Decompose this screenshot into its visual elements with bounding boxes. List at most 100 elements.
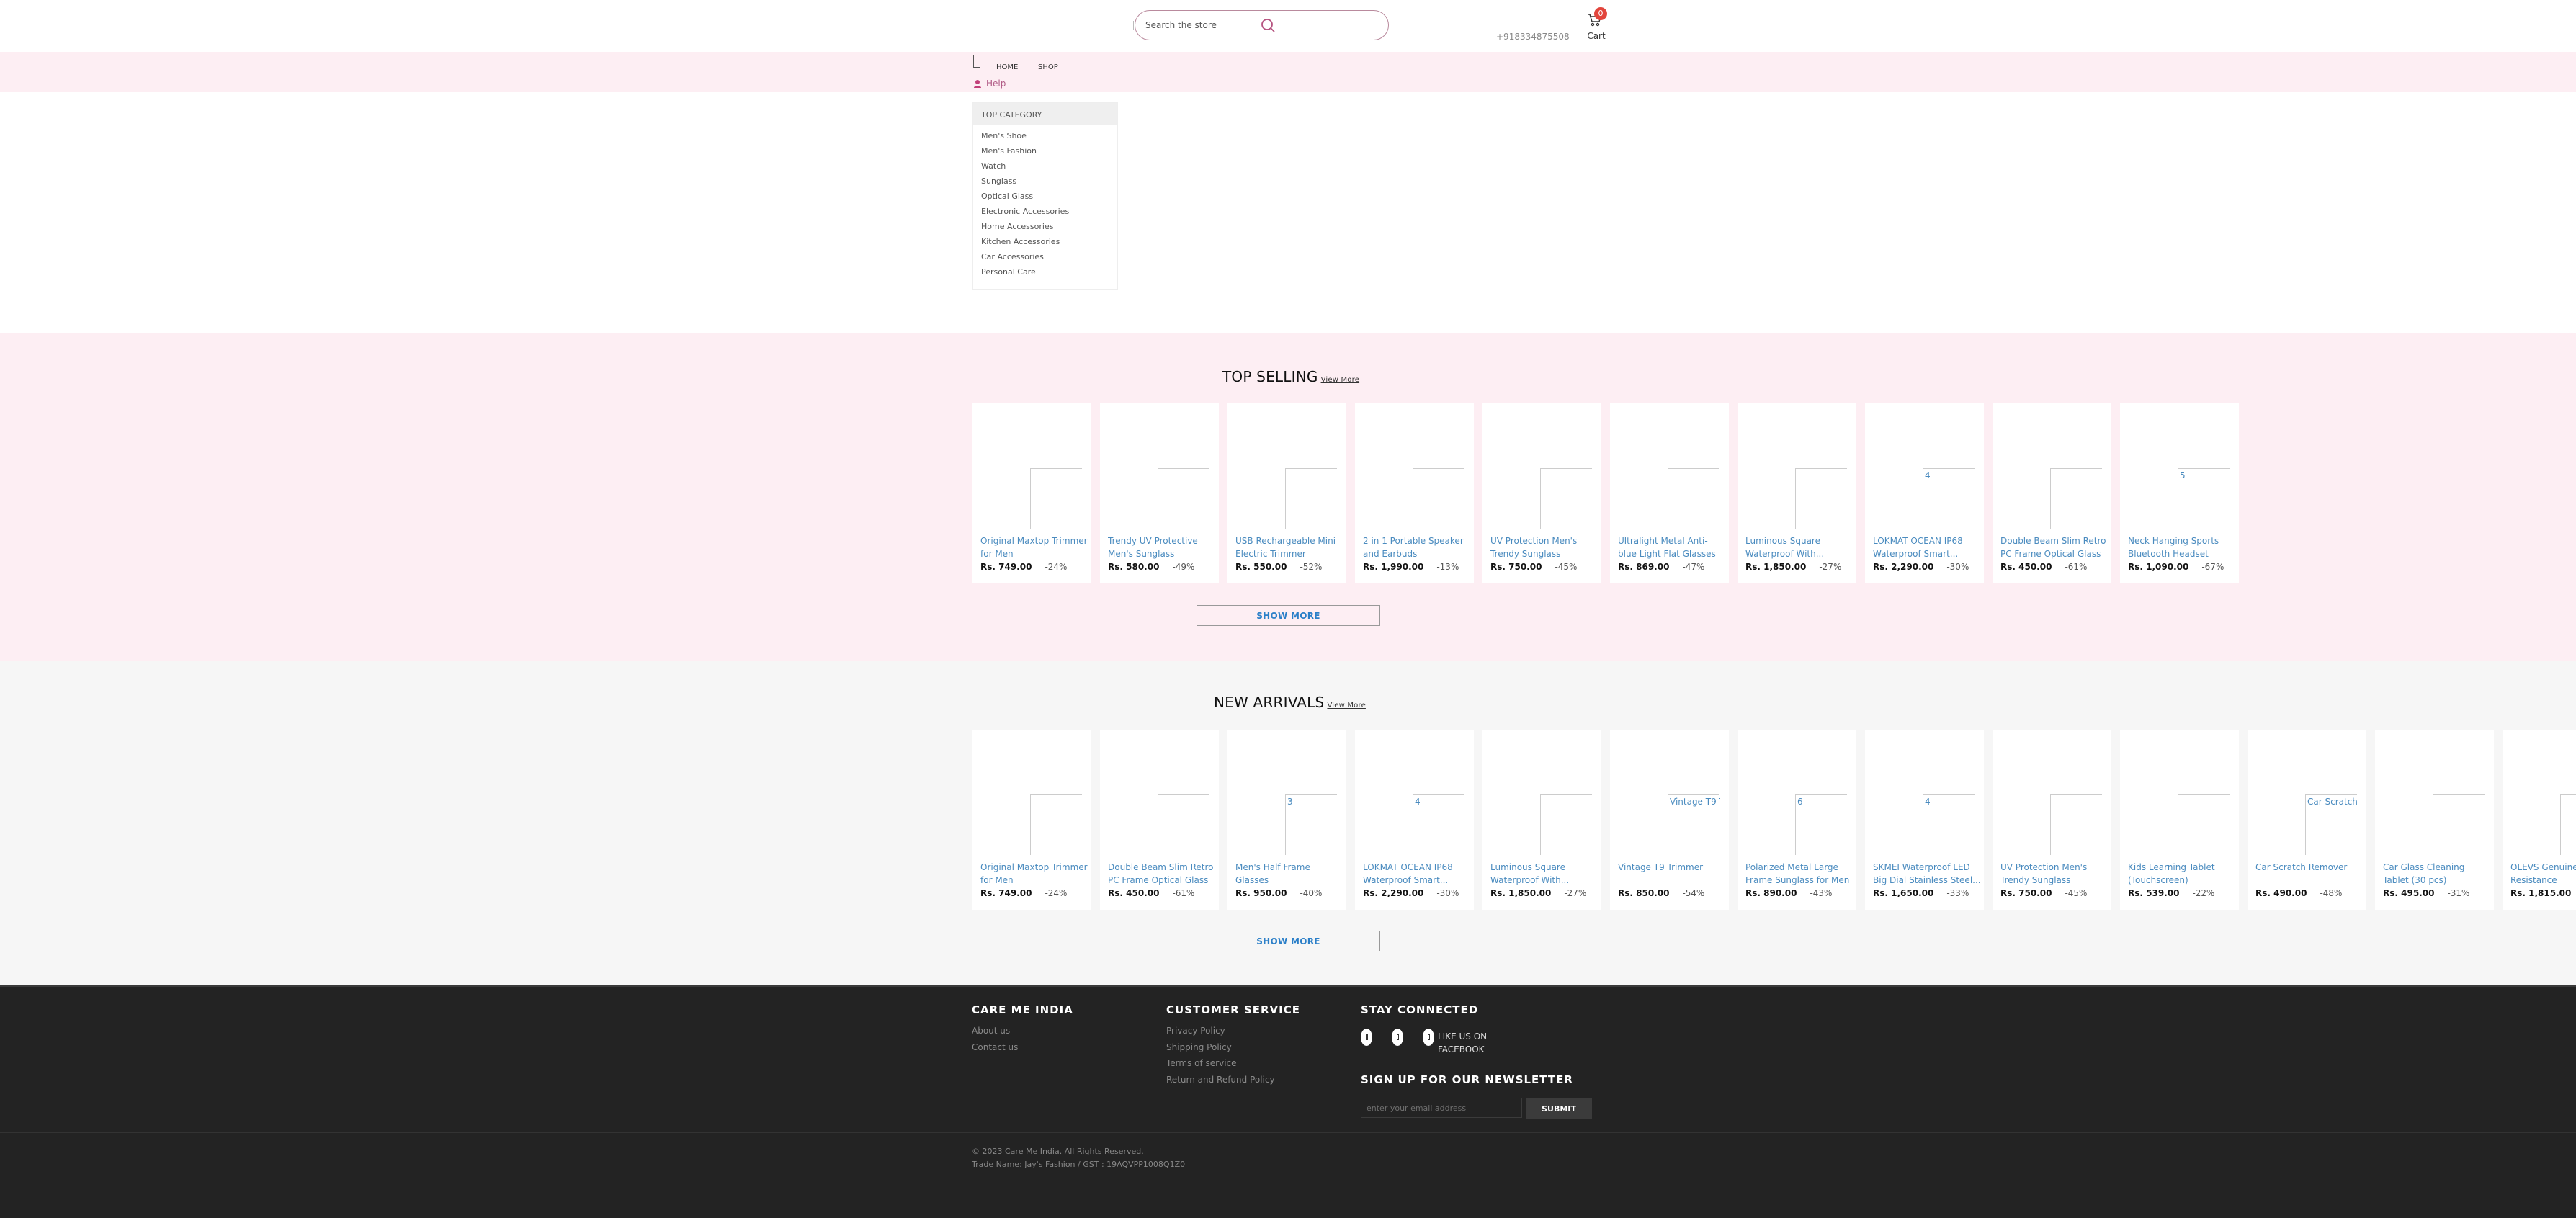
footer-link-contact[interactable]: Contact us bbox=[972, 1042, 1018, 1052]
search-icon[interactable] bbox=[1259, 17, 1278, 35]
product-name[interactable]: LOKMAT OCEAN IP68 Waterproof Smart... bbox=[1363, 861, 1471, 887]
product-image[interactable]: 3 bbox=[1285, 794, 1337, 855]
newsletter-email-input[interactable] bbox=[1361, 1098, 1522, 1118]
product-image[interactable]: Car Scratch bbox=[2305, 794, 2358, 855]
footer-link-refund[interactable]: Return and Refund Policy bbox=[1166, 1075, 1275, 1085]
product-card[interactable]: Kids Learning Tablet (Touchscreen) Rs. 53… bbox=[2120, 730, 2239, 910]
product-name[interactable]: UV Protection Men's Trendy Sunglass bbox=[1490, 534, 1598, 560]
product-card[interactable]: Original Maxtop Trimmer for Men Rs. 749.0… bbox=[972, 730, 1091, 910]
product-image[interactable] bbox=[2433, 794, 2485, 855]
product-image[interactable] bbox=[1030, 468, 1082, 529]
menu-icon[interactable] bbox=[973, 55, 980, 68]
product-image[interactable]: 5 bbox=[2178, 468, 2230, 529]
product-name[interactable]: Double Beam Slim Retro PC Frame Optical … bbox=[1108, 861, 1216, 887]
product-image[interactable] bbox=[1668, 468, 1719, 529]
product-image[interactable]: 4 bbox=[1923, 794, 1975, 855]
newsletter-submit-button[interactable]: SUBMIT bbox=[1526, 1098, 1592, 1119]
product-name[interactable]: Neck Hanging Sports Bluetooth Headset bbox=[2128, 534, 2236, 560]
product-name[interactable]: Luminous Square Waterproof With... bbox=[1490, 861, 1598, 887]
category-item[interactable]: Car Accessories bbox=[981, 249, 1117, 264]
product-card[interactable]: Vintage T9 T Vintage T9 Trimmer Rs. 850.00… bbox=[1610, 730, 1729, 910]
category-item[interactable]: Watch bbox=[981, 158, 1117, 174]
product-name[interactable]: Original Maxtop Trimmer for Men bbox=[980, 861, 1088, 887]
social-icon-3[interactable] bbox=[1423, 1029, 1434, 1046]
cart-button[interactable]: 0 Cart bbox=[1586, 6, 1607, 43]
footer-link-terms[interactable]: Terms of service bbox=[1166, 1058, 1237, 1068]
product-card[interactable]: UV Protection Men's Trendy Sunglass Rs. 7… bbox=[1993, 730, 2111, 910]
category-item[interactable]: Home Accessories bbox=[981, 219, 1117, 234]
product-image[interactable]: 4 bbox=[1923, 468, 1975, 529]
footer-link-about[interactable]: About us bbox=[972, 1026, 1010, 1036]
product-card[interactable]: Luminous Square Waterproof With... Rs. 1,… bbox=[1738, 403, 1856, 583]
product-name[interactable]: 2 in 1 Portable Speaker and Earbuds bbox=[1363, 534, 1471, 560]
category-item[interactable]: Electronic Accessories bbox=[981, 204, 1117, 219]
nav-shop[interactable]: SHOP bbox=[1038, 63, 1058, 71]
product-image[interactable] bbox=[2178, 794, 2230, 855]
help-link[interactable]: Help bbox=[973, 79, 1006, 89]
product-card[interactable]: 5 Neck Hanging Sports Bluetooth Headset Rs… bbox=[2120, 403, 2239, 583]
footer-link-privacy[interactable]: Privacy Policy bbox=[1166, 1026, 1225, 1036]
product-image[interactable] bbox=[2050, 468, 2102, 529]
product-image[interactable] bbox=[2560, 794, 2576, 855]
product-name[interactable]: USB Rechargeable Mini Electric Trimmer bbox=[1235, 534, 1343, 560]
product-name[interactable]: UV Protection Men's Trendy Sunglass bbox=[2000, 861, 2108, 887]
social-icon-2[interactable] bbox=[1392, 1029, 1403, 1046]
product-image[interactable] bbox=[1413, 468, 1464, 529]
product-card[interactable]: 4 SKMEI Waterproof LED Big Dial Stainless… bbox=[1865, 730, 1984, 910]
product-name[interactable]: Car Scratch Remover bbox=[2255, 861, 2363, 874]
product-name[interactable]: Kids Learning Tablet (Touchscreen) bbox=[2128, 861, 2236, 887]
category-item[interactable]: Men's Shoe bbox=[981, 128, 1117, 143]
product-card[interactable]: Double Beam Slim Retro PC Frame Optical … bbox=[1100, 730, 1219, 910]
product-name[interactable]: Luminous Square Waterproof With... bbox=[1745, 534, 1853, 560]
product-name[interactable]: Double Beam Slim Retro PC Frame Optical … bbox=[2000, 534, 2108, 560]
product-image[interactable] bbox=[1030, 794, 1082, 855]
phone-number[interactable]: +918334875508 bbox=[1496, 32, 1570, 42]
product-name[interactable]: OLEVS Genuine Water Resistance bbox=[2510, 861, 2576, 887]
product-name[interactable]: Ultralight Metal Anti-blue Light Flat Gl… bbox=[1618, 534, 1726, 560]
product-name[interactable]: Original Maxtop Trimmer for Men bbox=[980, 534, 1088, 560]
product-card[interactable]: USB Rechargeable Mini Electric Trimmer Rs… bbox=[1227, 403, 1346, 583]
product-card[interactable]: Car Scratch Car Scratch Remover Rs. 490.00… bbox=[2248, 730, 2366, 910]
product-image[interactable]: 6 bbox=[1795, 794, 1847, 855]
product-image[interactable]: Vintage T9 T bbox=[1668, 794, 1720, 855]
category-item[interactable]: Sunglass bbox=[981, 174, 1117, 189]
product-card[interactable]: 4 LOKMAT OCEAN IP68 Waterproof Smart... Rs… bbox=[1355, 730, 1474, 910]
product-name[interactable]: LOKMAT OCEAN IP68 Waterproof Smart... bbox=[1873, 534, 1981, 560]
nav-home[interactable]: HOME bbox=[996, 63, 1018, 71]
like-us-facebook-link[interactable]: LIKE US ON FACEBOOK bbox=[1438, 1030, 1495, 1056]
product-name[interactable]: Men's Half Frame Glasses bbox=[1235, 861, 1343, 887]
category-item[interactable]: Personal Care bbox=[981, 264, 1117, 279]
product-image[interactable] bbox=[1158, 794, 1209, 855]
product-image[interactable] bbox=[1795, 468, 1847, 529]
new-arrivals-view-more[interactable]: View More bbox=[1327, 702, 1366, 709]
product-card[interactable]: 6 Polarized Metal Large Frame Sunglass fo… bbox=[1738, 730, 1856, 910]
product-name[interactable]: Car Glass Cleaning Tablet (30 pcs) bbox=[2383, 861, 2491, 887]
footer-link-shipping[interactable]: Shipping Policy bbox=[1166, 1042, 1232, 1052]
social-icon-1[interactable] bbox=[1361, 1029, 1372, 1046]
new-arrivals-show-more-button[interactable]: SHOW MORE bbox=[1197, 931, 1380, 951]
product-image[interactable] bbox=[1540, 794, 1592, 855]
product-image[interactable] bbox=[1158, 468, 1209, 529]
product-card[interactable]: Trendy UV Protective Men's Sunglass Rs. 5… bbox=[1100, 403, 1219, 583]
product-card[interactable]: Double Beam Slim Retro PC Frame Optical … bbox=[1993, 403, 2111, 583]
product-card[interactable]: Car Glass Cleaning Tablet (30 pcs) Rs. 49… bbox=[2375, 730, 2494, 910]
product-card[interactable]: Original Maxtop Trimmer for Men Rs. 749.0… bbox=[972, 403, 1091, 583]
product-image[interactable] bbox=[1285, 468, 1337, 529]
product-card[interactable]: Ultralight Metal Anti-blue Light Flat Gl… bbox=[1610, 403, 1729, 583]
category-item[interactable]: Kitchen Accessories bbox=[981, 234, 1117, 249]
product-card[interactable]: 4 LOKMAT OCEAN IP68 Waterproof Smart... Rs… bbox=[1865, 403, 1984, 583]
product-card[interactable]: Luminous Square Waterproof With... Rs. 1,… bbox=[1482, 730, 1601, 910]
category-item[interactable]: Optical Glass bbox=[981, 189, 1117, 204]
product-card[interactable]: UV Protection Men's Trendy Sunglass Rs. 7… bbox=[1482, 403, 1601, 583]
top-selling-view-more[interactable]: View More bbox=[1321, 376, 1360, 384]
product-image[interactable] bbox=[1540, 468, 1592, 529]
top-selling-show-more-button[interactable]: SHOW MORE bbox=[1197, 605, 1380, 626]
search-input[interactable] bbox=[1145, 18, 1253, 32]
product-name[interactable]: Trendy UV Protective Men's Sunglass bbox=[1108, 534, 1216, 560]
product-image[interactable]: 4 bbox=[1413, 794, 1464, 855]
product-card[interactable]: 3 Men's Half Frame Glasses Rs. 950.00 -40% bbox=[1227, 730, 1346, 910]
product-card[interactable]: OLEVS Genuine Water ResistanceRs. 1,815.… bbox=[2503, 730, 2576, 910]
product-card[interactable]: 2 in 1 Portable Speaker and Earbuds Rs. 1… bbox=[1355, 403, 1474, 583]
product-image[interactable] bbox=[2050, 794, 2102, 855]
category-item[interactable]: Men's Fashion bbox=[981, 143, 1117, 158]
